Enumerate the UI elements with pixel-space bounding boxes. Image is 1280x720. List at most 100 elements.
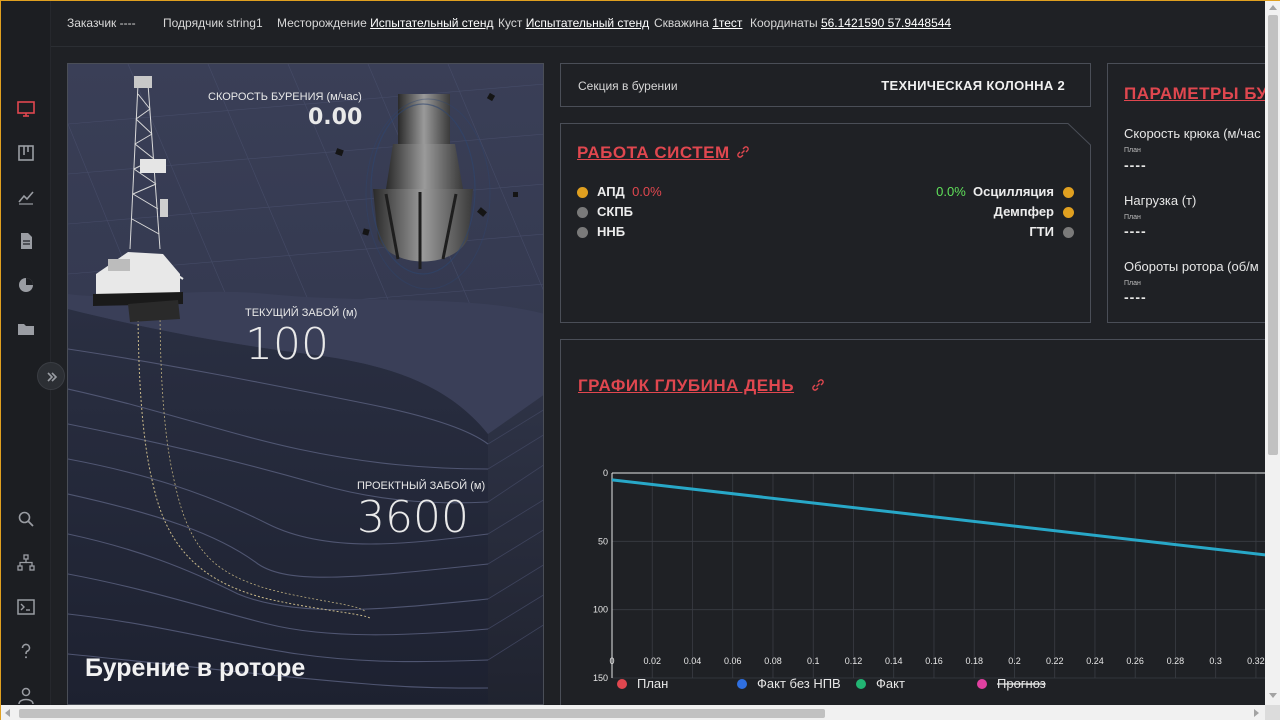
well-label: Скважина	[654, 16, 709, 30]
contractor-label: Подрядчик	[163, 16, 224, 30]
scroll-left-icon[interactable]	[5, 709, 10, 717]
drilling-params-panel: ПАРАМЕТРЫ БУ Скорость крюка (м/час План …	[1107, 63, 1265, 323]
rotor-rpm-value: ----	[1124, 289, 1147, 305]
hook-speed-plan-label: План	[1124, 147, 1141, 154]
drilling-speed-value: 0.00	[308, 105, 363, 130]
hook-speed-value: ----	[1124, 157, 1147, 173]
field-label: Месторождение	[277, 16, 367, 30]
oscillation-status-dot	[1063, 187, 1074, 198]
customer-label: Заказчик	[67, 16, 117, 30]
field-info: Месторождение Испытательный стенд	[277, 16, 493, 30]
x-tick-label: 0.06	[724, 656, 742, 666]
x-tick-label: 0.04	[684, 656, 702, 666]
skpb-status-dot	[577, 207, 588, 218]
horizontal-scrollbar[interactable]	[1, 705, 1265, 720]
hierarchy-icon[interactable]	[16, 553, 36, 573]
board-icon[interactable]	[16, 143, 36, 163]
load-label: Нагрузка (т)	[1124, 193, 1197, 208]
well-link[interactable]: 1тест	[712, 16, 742, 30]
gti-label: ГТИ	[1029, 224, 1054, 239]
double-chevron-right-icon	[47, 372, 58, 382]
scroll-right-icon[interactable]	[1254, 709, 1259, 717]
terminal-icon[interactable]	[16, 597, 36, 617]
hook-speed-label: Скорость крюка (м/час	[1124, 126, 1261, 141]
x-tick-label: 0.32	[1247, 656, 1265, 666]
systems-title[interactable]: РАБОТА СИСТЕМ	[577, 143, 730, 163]
field-link[interactable]: Испытательный стенд	[370, 16, 493, 30]
monitor-icon[interactable]	[16, 99, 36, 119]
pad-label: Куст	[498, 16, 523, 30]
user-icon[interactable]	[16, 685, 36, 705]
drilling-visualization: СКОРОСТЬ БУРЕНИЯ (м/час) 0.00 ТЕКУЩИЙ ЗА…	[67, 63, 544, 705]
project-depth-label: ПРОЕКТНЫЙ ЗАБОЙ (м)	[357, 480, 486, 492]
skpb-label: СКПБ	[597, 204, 634, 219]
customer-value: ----	[119, 16, 136, 30]
apd-row: АПД 0.0%	[597, 184, 662, 199]
legend-marker	[617, 679, 627, 689]
customer-info: Заказчик ----	[67, 16, 136, 30]
x-tick-label: 0.02	[643, 656, 661, 666]
y-tick-label: 0	[603, 468, 608, 478]
y-tick-label: 150	[593, 673, 608, 683]
chart-line-icon[interactable]	[16, 187, 36, 207]
vertical-scroll-thumb[interactable]	[1268, 15, 1278, 455]
section-value: ТЕХНИЧЕСКАЯ КОЛОННА 2	[881, 78, 1065, 93]
x-tick-label: 0.08	[764, 656, 782, 666]
pad-link[interactable]: Испытательный стенд	[526, 16, 649, 30]
damper-status-dot	[1063, 207, 1074, 218]
systems-panel: РАБОТА СИСТЕМ АПД 0.0% СКПБ ННБ 0.0% Осц…	[560, 123, 1091, 323]
folder-icon[interactable]	[16, 319, 36, 339]
app-window: Заказчик ---- Подрядчик string1 Месторож…	[0, 0, 1280, 720]
x-tick-label: 0.18	[965, 656, 983, 666]
drilling-section-box: Секция в бурении ТЕХНИЧЕСКАЯ КОЛОННА 2	[560, 63, 1091, 107]
x-tick-label: 0.26	[1126, 656, 1144, 666]
search-icon[interactable]	[16, 509, 36, 529]
pie-icon[interactable]	[16, 275, 36, 295]
x-tick-label: 0.16	[925, 656, 943, 666]
help-icon[interactable]	[16, 641, 36, 661]
sidebar	[1, 1, 51, 720]
drilling-mode: Бурение в роторе	[85, 654, 306, 682]
plan-series-line	[611, 478, 1265, 557]
x-tick-label: 0.22	[1046, 656, 1064, 666]
nnb-status-dot	[577, 227, 588, 238]
legend-label: Прогноз	[997, 676, 1046, 691]
oscillation-value: 0.0%	[936, 184, 966, 199]
project-depth-value: 3600	[357, 492, 469, 543]
drilling-scene	[68, 64, 543, 704]
legend-label: Факт	[876, 676, 905, 691]
rotor-rpm-plan-label: План	[1124, 280, 1141, 287]
oscillation-row: 0.0% Осцилляция	[936, 184, 1054, 199]
expand-sidebar-button[interactable]	[37, 362, 65, 390]
legend-label: План	[637, 676, 668, 691]
vertical-scrollbar[interactable]	[1265, 1, 1280, 705]
current-depth-value: 100	[245, 319, 329, 370]
coords-link[interactable]: 56.1421590 57.9448544	[821, 16, 951, 30]
load-value: ----	[1124, 223, 1147, 239]
scrollbar-corner	[1265, 705, 1280, 720]
coords-label: Координаты	[750, 16, 818, 30]
params-title[interactable]: ПАРАМЕТРЫ БУ	[1124, 84, 1265, 104]
legend-label: Факт без НПВ	[757, 676, 841, 691]
contractor-value: string1	[226, 16, 263, 30]
gti-status-dot	[1063, 227, 1074, 238]
section-label: Секция в бурении	[578, 79, 678, 93]
apd-value: 0.0%	[632, 184, 662, 199]
apd-status-dot	[577, 187, 588, 198]
legend-marker	[977, 679, 987, 689]
x-tick-label: 0.14	[885, 656, 903, 666]
oscillation-label: Осцилляция	[973, 184, 1054, 199]
x-tick-label: 0.24	[1086, 656, 1104, 666]
drilling-speed-label: СКОРОСТЬ БУРЕНИЯ (м/час)	[208, 91, 362, 103]
document-icon[interactable]	[16, 231, 36, 251]
y-tick-label: 100	[593, 605, 608, 615]
scroll-up-icon[interactable]	[1269, 5, 1277, 10]
x-tick-label: 0.2	[1008, 656, 1021, 666]
apd-label: АПД	[597, 184, 625, 199]
x-tick-label: 0.12	[845, 656, 863, 666]
pad-info: Куст Испытательный стенд	[498, 16, 649, 30]
horizontal-scroll-thumb[interactable]	[19, 709, 825, 718]
y-tick-label: 50	[598, 536, 608, 546]
link-icon[interactable]	[735, 144, 751, 160]
scroll-down-icon[interactable]	[1269, 693, 1277, 698]
